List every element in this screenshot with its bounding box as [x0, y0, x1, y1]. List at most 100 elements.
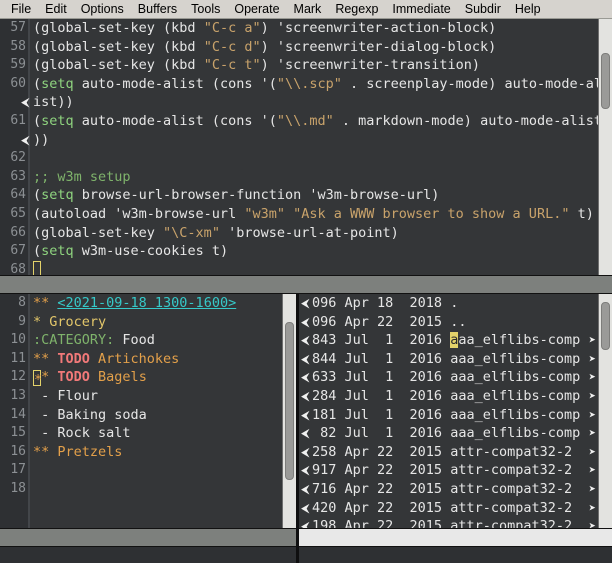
menu-item-tools[interactable]: Tools: [184, 0, 227, 18]
line-text[interactable]: ist)): [33, 93, 74, 112]
text-line[interactable]: 63 ;; w3m setup: [0, 168, 612, 187]
text-line[interactable]: 17: [0, 461, 296, 480]
menu-item-buffers[interactable]: Buffers: [131, 0, 184, 18]
text-line[interactable]: 60 (setq auto-mode-alist (cons '("\\.scp"…: [0, 75, 612, 94]
line-text[interactable]: (setq auto-mode-alist (cons '("\\.scp" .…: [33, 75, 602, 94]
line-text[interactable]: (autoload 'w3m-browse-url "w3m" "Ask a W…: [33, 205, 594, 224]
dired-row[interactable]: ⮜ 096 Apr 22 2015 ..: [299, 313, 612, 332]
scrollbar-emacs-lisp[interactable]: [598, 19, 612, 275]
dired-row[interactable]: ⮜ 917 Apr 22 2015 attr-compat32-2 ➤: [299, 461, 612, 480]
dired-row-text[interactable]: 716 Apr 22 2015 attr-compat32-2: [312, 480, 572, 499]
line-text[interactable]: (global-set-key "\C-xm" 'browse-url-at-p…: [33, 224, 399, 243]
dired-row-text[interactable]: 258 Apr 22 2015 attr-compat32-2: [312, 443, 572, 462]
dired-filename[interactable]: aaa_elflibs-comp: [450, 351, 580, 367]
text-line[interactable]: 11 ** TODO Artichokes: [0, 350, 296, 369]
line-text[interactable]: ** <2021-09-18 1300-1600>: [33, 294, 236, 313]
dired-row[interactable]: ⮜ 420 Apr 22 2015 attr-compat32-2 ➤: [299, 499, 612, 518]
text-line[interactable]: ist)) ⮜: [0, 93, 612, 112]
line-text[interactable]: (global-set-key (kbd "C-c a") 'screenwri…: [33, 19, 496, 38]
dired-row[interactable]: ⮜ 633 Jul 1 2016 aaa_elflibs-comp ➤: [299, 368, 612, 387]
text-line[interactable]: 65 (autoload 'w3m-browse-url "w3m" "Ask a…: [0, 205, 612, 224]
dired-row[interactable]: ⮜ 198 Apr 22 2015 attr-compat32-2 ➤: [299, 517, 612, 528]
menu-item-regexp[interactable]: Regexp: [328, 0, 385, 18]
text-line[interactable]: 62: [0, 149, 612, 168]
scrollbar-org[interactable]: [282, 294, 296, 528]
line-text[interactable]: (setq w3m-use-cookies t): [33, 242, 228, 261]
dired-row-text[interactable]: 096 Apr 22 2015 ..: [312, 313, 466, 332]
menu-item-subdir[interactable]: Subdir: [458, 0, 508, 18]
dired-filename[interactable]: attr-compat32-2: [450, 462, 572, 478]
dired-row-text[interactable]: 633 Jul 1 2016 aaa_elflibs-comp: [312, 368, 580, 387]
menu-item-immediate[interactable]: Immediate: [385, 0, 457, 18]
line-text[interactable]: (setq browse-url-browser-function 'w3m-b…: [33, 186, 439, 205]
line-text[interactable]: ** TODO Bagels: [33, 368, 147, 388]
text-line[interactable]: 14 - Baking soda: [0, 406, 296, 425]
dired-filename[interactable]: aaa_elflibs-comp: [450, 332, 580, 349]
dired-filename[interactable]: attr-compat32-2: [450, 481, 572, 497]
line-text[interactable]: (global-set-key (kbd "C-c d") 'screenwri…: [33, 38, 496, 57]
dired-filename[interactable]: ..: [450, 314, 466, 330]
dired-filename[interactable]: aaa_elflibs-comp: [450, 369, 580, 385]
text-line[interactable]: 15 - Rock salt: [0, 424, 296, 443]
dired-row-text[interactable]: 420 Apr 22 2015 attr-compat32-2: [312, 499, 572, 518]
line-text[interactable]: ** TODO Artichokes: [33, 350, 179, 369]
dired-row[interactable]: ⮜ 096 Apr 18 2018 .: [299, 294, 612, 313]
line-text[interactable]: (global-set-key (kbd "C-c t") 'screenwri…: [33, 56, 480, 75]
dired-filename[interactable]: attr-compat32-2: [450, 518, 572, 528]
menu-item-edit[interactable]: Edit: [38, 0, 74, 18]
buffer-emacs-lisp[interactable]: 57 (global-set-key (kbd "C-c a") 'screenw…: [0, 19, 612, 275]
window-dired[interactable]: ⮜ 096 Apr 18 2018 . ⮜ 096 Apr 22 2015 .. ⮜ 84…: [299, 294, 612, 528]
dired-row[interactable]: ⮜ 843 Jul 1 2016 aaa_elflibs-comp ➤: [299, 331, 612, 350]
code-lines[interactable]: 57 (global-set-key (kbd "C-c a") 'screenw…: [0, 19, 612, 275]
dired-filename[interactable]: .: [450, 295, 458, 311]
line-text[interactable]: [33, 260, 42, 275]
text-line[interactable]: 68: [0, 260, 612, 275]
scrollbar-dired[interactable]: [598, 294, 612, 528]
text-line[interactable]: 13 - Flour: [0, 387, 296, 406]
dired-row[interactable]: ⮜ 716 Apr 22 2015 attr-compat32-2 ➤: [299, 480, 612, 499]
dired-row-text[interactable]: 843 Jul 1 2016 aaa_elflibs-comp: [312, 331, 580, 350]
dired-row-text[interactable]: 82 Jul 1 2016 aaa_elflibs-comp: [312, 424, 580, 443]
dired-rows[interactable]: ⮜ 096 Apr 18 2018 . ⮜ 096 Apr 22 2015 .. ⮜ 84…: [299, 294, 612, 528]
text-line[interactable]: 12 ** TODO Bagels: [0, 368, 296, 388]
dired-row[interactable]: ⮜ 844 Jul 1 2016 aaa_elflibs-comp ➤: [299, 350, 612, 369]
text-line[interactable]: 66 (global-set-key "\C-xm" 'browse-url-at…: [0, 224, 612, 243]
text-line[interactable]: 16 ** Pretzels: [0, 443, 296, 462]
dired-row[interactable]: ⮜ 181 Jul 1 2016 aaa_elflibs-comp ➤: [299, 406, 612, 425]
line-text[interactable]: :CATEGORY: Food: [33, 331, 155, 350]
text-line[interactable]: 59 (global-set-key (kbd "C-c t") 'screenw…: [0, 56, 612, 75]
text-line[interactable]: 18: [0, 480, 296, 499]
dired-filename[interactable]: aaa_elflibs-comp: [450, 425, 580, 441]
modeline-emacs-lisp[interactable]: -:--- .emacs 21% L68 (Emacs-Lisp AC Abbr…: [0, 275, 612, 294]
dired-filename[interactable]: attr-compat32-2: [450, 500, 572, 516]
line-text[interactable]: )): [33, 131, 49, 150]
scrollbar-thumb[interactable]: [285, 322, 294, 480]
line-text[interactable]: ** Pretzels: [33, 443, 122, 462]
buffer-org[interactable]: 8 ** <2021-09-18 1300-1600> 9 * Grocery 10:C…: [0, 294, 296, 528]
scrollbar-thumb[interactable]: [601, 53, 610, 109]
menu-item-help[interactable]: Help: [508, 0, 548, 18]
dired-row[interactable]: ⮜ 82 Jul 1 2016 aaa_elflibs-comp ➤: [299, 424, 612, 443]
text-line[interactable]: 8 ** <2021-09-18 1300-1600>: [0, 294, 296, 313]
modeline-dired[interactable]: U:%%- a-compat32 2% L5: [299, 528, 612, 547]
dired-row[interactable]: ⮜ 284 Jul 1 2016 aaa_elflibs-comp ➤: [299, 387, 612, 406]
text-line[interactable]: 64 (setq browse-url-browser-function 'w3m…: [0, 186, 612, 205]
text-line[interactable]: 67 (setq w3m-use-cookies t): [0, 242, 612, 261]
window-emacs-lisp[interactable]: 57 (global-set-key (kbd "C-c a") 'screenw…: [0, 19, 612, 275]
menu-item-file[interactable]: File: [4, 0, 38, 18]
menu-item-mark[interactable]: Mark: [287, 0, 329, 18]
dired-row-text[interactable]: 917 Apr 22 2015 attr-compat32-2: [312, 461, 572, 480]
dired-filename[interactable]: attr-compat32-2: [450, 444, 572, 460]
modeline-org[interactable]: -:**- List.org Bot L12 (Org: [0, 528, 296, 547]
text-line[interactable]: 9 * Grocery: [0, 313, 296, 332]
line-text[interactable]: - Baking soda: [33, 406, 147, 425]
line-text[interactable]: - Flour: [33, 387, 98, 406]
dired-filename[interactable]: aaa_elflibs-comp: [450, 407, 580, 423]
text-line[interactable]: 10:CATEGORY: Food: [0, 331, 296, 350]
dired-row-text[interactable]: 844 Jul 1 2016 aaa_elflibs-comp: [312, 350, 580, 369]
org-lines[interactable]: 8 ** <2021-09-18 1300-1600> 9 * Grocery 10:C…: [0, 294, 296, 528]
dired-row-text[interactable]: 181 Jul 1 2016 aaa_elflibs-comp: [312, 406, 580, 425]
scrollbar-thumb[interactable]: [601, 302, 610, 350]
buffer-dired[interactable]: ⮜ 096 Apr 18 2018 . ⮜ 096 Apr 22 2015 .. ⮜ 84…: [299, 294, 612, 528]
dired-row-text[interactable]: 096 Apr 18 2018 .: [312, 294, 458, 313]
